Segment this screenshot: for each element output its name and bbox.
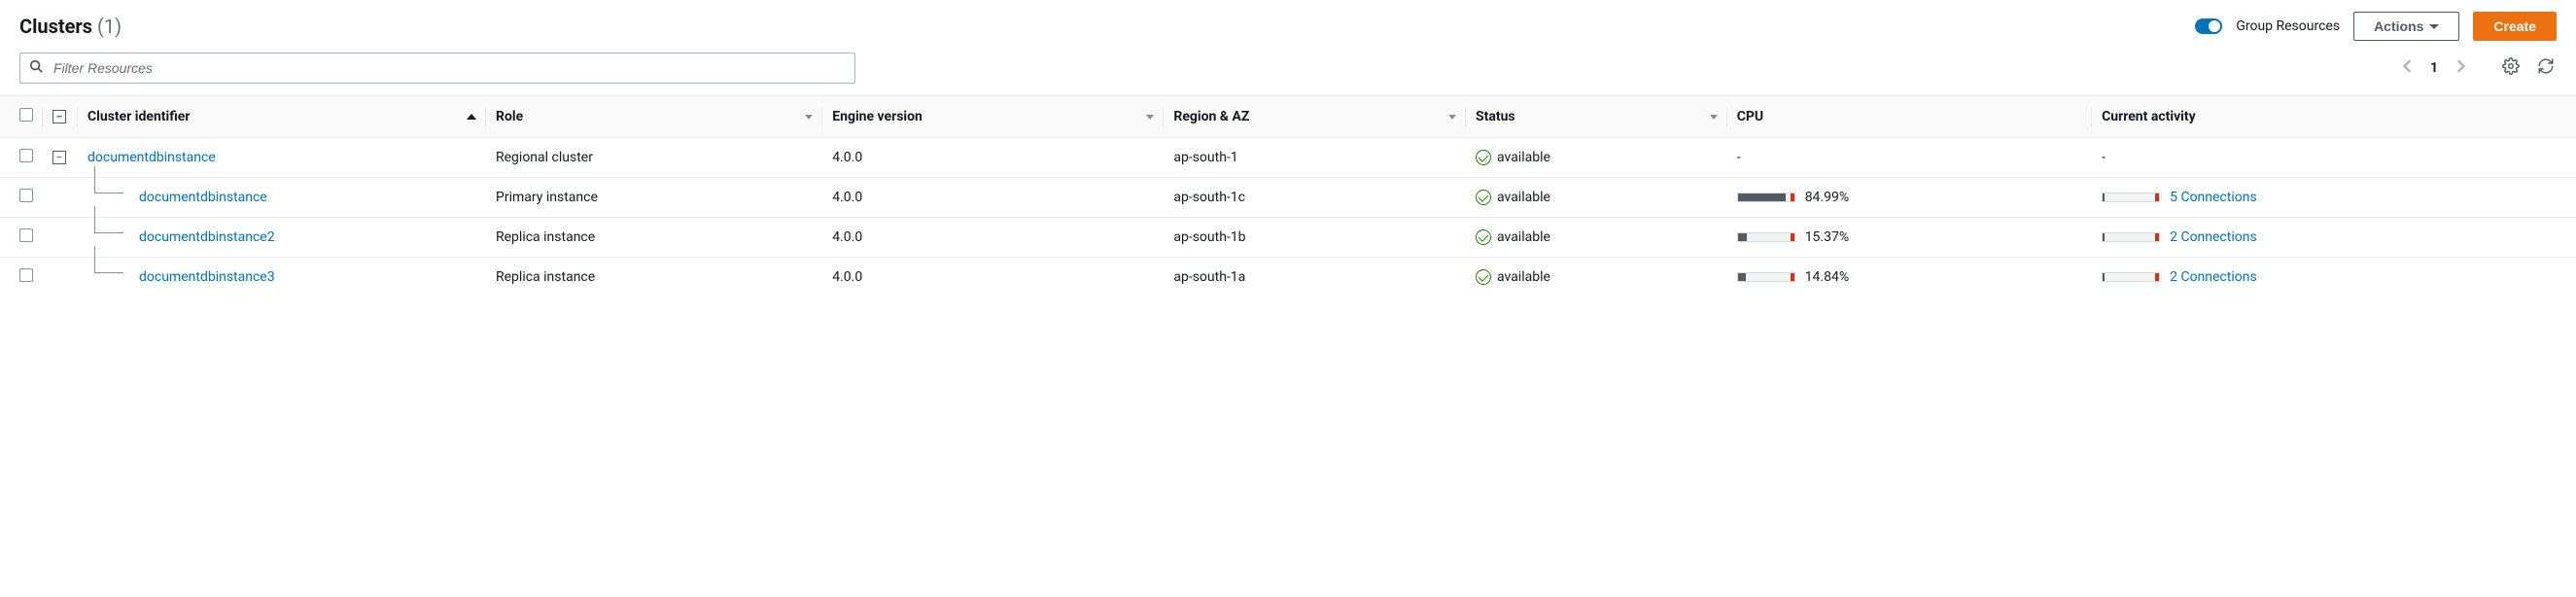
caret-down-icon [2429,24,2439,29]
row-checkbox[interactable] [19,189,33,202]
filter-resources-input[interactable] [19,53,855,84]
col-identifier[interactable]: Cluster identifier [78,96,486,138]
cpu-meter: 14.84% [1737,269,2082,285]
instance-link[interactable]: documentdbinstance [139,190,267,205]
page-title: Clusters (1) [19,15,122,38]
sort-toggle-icon [1448,115,1456,120]
role-cell: Replica instance [486,218,822,258]
resource-count: (1) [97,15,122,38]
cpu-text: 15.37% [1805,229,1849,245]
activity-cell: - [2092,138,2576,178]
row-checkbox[interactable] [19,268,33,282]
role-cell: Primary instance [486,178,822,218]
cluster-link[interactable]: documentdbinstance [87,150,216,165]
sort-toggle-icon [805,115,813,120]
prev-page-button[interactable] [2399,55,2417,81]
connections-link[interactable]: 5 Connections [2170,190,2257,205]
group-resources-toggle[interactable] [2195,18,2222,34]
clusters-table: − Cluster identifier Role Engine version… [0,95,2576,297]
sort-asc-icon [467,114,476,120]
table-row: − documentdbinstance Regional cluster4.0.0… [0,138,2576,178]
region-cell: ap-south-1c [1164,178,1466,218]
status-ok-icon [1476,269,1491,285]
engine-cell: 4.0.0 [822,138,1164,178]
cpu-text: 84.99% [1805,190,1849,205]
status-ok-icon [1476,229,1491,245]
tree-connector-icon [94,166,123,193]
group-resources-label: Group Resources [2236,18,2340,34]
engine-cell: 4.0.0 [822,178,1164,218]
col-cpu: CPU [1727,96,2092,138]
connections-link[interactable]: 2 Connections [2170,229,2257,245]
status-text: available [1497,269,1550,285]
collapse-toggle[interactable]: − [52,151,66,164]
tree-connector-icon [94,206,123,233]
instance-link[interactable]: documentdbinstance2 [139,229,275,245]
region-cell: ap-south-1b [1164,218,1466,258]
col-status[interactable]: Status [1466,96,1727,138]
tree-connector-icon [94,246,123,273]
col-activity: Current activity [2092,96,2576,138]
engine-cell: 4.0.0 [822,258,1164,298]
activity-meter [2102,232,2160,242]
region-cell: ap-south-1a [1164,258,1466,298]
select-all-checkbox[interactable] [19,108,33,122]
status-text: available [1497,190,1550,205]
search-icon [29,59,43,77]
col-region[interactable]: Region & AZ [1164,96,1466,138]
refresh-icon[interactable] [2535,55,2557,81]
table-row: documentdbinstance3 Replica instance4.0.0… [0,258,2576,298]
status-ok-icon [1476,190,1491,205]
cpu-text: 14.84% [1805,269,1849,285]
region-cell: ap-south-1 [1164,138,1466,178]
connections-link[interactable]: 2 Connections [2170,269,2257,285]
table-row: documentdbinstancePrimary instance4.0.0a… [0,178,2576,218]
expand-all-toggle[interactable]: − [52,110,66,123]
sort-toggle-icon [1710,115,1718,120]
create-button[interactable]: Create [2473,12,2557,41]
engine-cell: 4.0.0 [822,218,1164,258]
status-ok-icon [1476,150,1491,165]
row-checkbox[interactable] [19,149,33,162]
settings-icon[interactable] [2500,55,2522,81]
sort-toggle-icon [1146,115,1154,120]
status-text: available [1497,150,1550,165]
activity-meter [2102,193,2160,202]
table-row: documentdbinstance2 Replica instance4.0.0… [0,218,2576,258]
col-role[interactable]: Role [486,96,822,138]
cpu-meter: 15.37% [1737,229,2082,245]
page-number: 1 [2430,60,2438,76]
role-cell: Regional cluster [486,138,822,178]
cpu-meter: 84.99% [1737,190,2082,205]
cpu-cell: - [1727,138,2092,178]
col-engine[interactable]: Engine version [822,96,1164,138]
next-page-button[interactable] [2452,55,2469,81]
status-text: available [1497,229,1550,245]
activity-meter [2102,272,2160,282]
actions-button[interactable]: Actions [2353,12,2459,41]
role-cell: Replica instance [486,258,822,298]
row-checkbox[interactable] [19,228,33,242]
instance-link[interactable]: documentdbinstance3 [139,269,275,285]
